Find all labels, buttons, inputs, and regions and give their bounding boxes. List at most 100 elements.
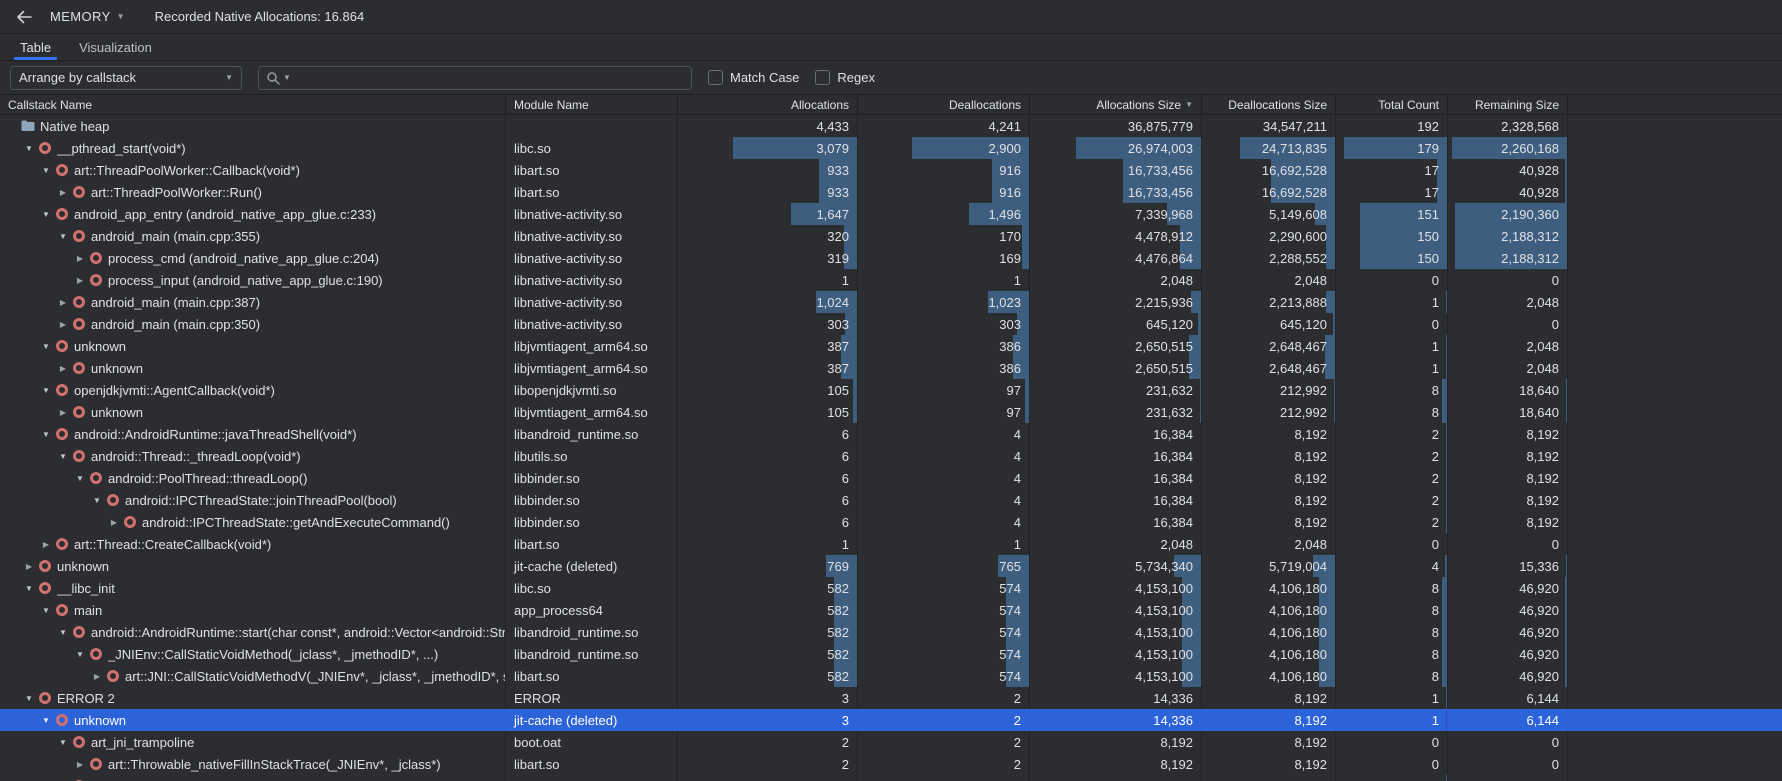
chevron-collapsed-icon[interactable]: ▶ [55,408,71,417]
table-row[interactable]: ▼unknownlibjvmtiagent_arm64.so3873862,65… [0,335,1782,357]
table-row[interactable]: ▼android::Thread::_threadLoop(void*)libu… [0,445,1782,467]
cell-value: 574 [999,669,1021,684]
back-button[interactable] [12,5,36,29]
chevron-expanded-icon[interactable]: ▼ [38,342,54,351]
regex-checkbox[interactable]: Regex [815,70,875,85]
cell-value: 46,920 [1519,625,1559,640]
value-bar [1022,225,1029,247]
chevron-expanded-icon[interactable]: ▼ [55,628,71,637]
chevron-collapsed-icon[interactable]: ▶ [89,672,105,681]
allocations-size-cell: 4,153,100 [1030,665,1202,687]
column-header-allocations-size[interactable]: Allocations Size▼ [1030,95,1202,114]
table-row[interactable]: ▼__pthread_start(void*)libc.so3,0792,900… [0,137,1782,159]
column-header-deallocations[interactable]: Deallocations [858,95,1030,114]
allocations-cell: 933 [678,181,858,203]
table-row[interactable]: ▼__libc_initlibc.so5825744,153,1004,106,… [0,577,1782,599]
deallocations-cell: 303 [858,313,1030,335]
table-row[interactable]: ▶unknownlibjvmtiagent_arm64.so3873862,65… [0,357,1782,379]
chevron-expanded-icon[interactable]: ▼ [55,232,71,241]
table-row[interactable]: ▼mainapp_process645825744,153,1004,106,1… [0,599,1782,621]
row-filler [1568,489,1782,511]
module-name-cell: libart.so [506,181,678,203]
table-row[interactable]: ▼android_app_entry (android_native_app_g… [0,203,1782,225]
table-row[interactable]: ▼art::ThreadPoolWorker::Callback(void*)l… [0,159,1782,181]
chevron-expanded-icon[interactable]: ▼ [38,386,54,395]
table-row[interactable]: ▶art::JNI::CallStaticVoidMethodV(_JNIEnv… [0,665,1782,687]
table-row[interactable]: ▶art::ThreadPoolWorker::Run()libart.so93… [0,181,1782,203]
arrange-dropdown[interactable]: Arrange by callstack ▼ [10,66,242,90]
column-header-label: Deallocations [949,98,1021,112]
table-row[interactable]: ▼art_jni_trampolineboot.oat228,1928,1920… [0,731,1782,753]
cell-value: 2 [842,757,849,772]
tab-table[interactable]: Table [6,34,65,60]
table-row[interactable]: ▼android_main (main.cpp:355)libnative-ac… [0,225,1782,247]
chevron-expanded-icon[interactable]: ▼ [38,430,54,439]
allocations-size-cell: 4,153,100 [1030,577,1202,599]
chevron-expanded-icon[interactable]: ▼ [21,144,37,153]
cell-value: 0 [1432,273,1439,288]
callstack-cell: ▶unknown [0,555,506,577]
remaining-size-cell: 8,192 [1448,445,1568,467]
cell-value: 574 [999,581,1021,596]
column-header-remaining-size[interactable]: Remaining Size [1448,95,1568,114]
chevron-expanded-icon[interactable]: ▼ [89,496,105,505]
chevron-collapsed-icon[interactable]: ▶ [55,320,71,329]
table-row[interactable]: ▶unknownjit-cache (deleted)7697655,734,3… [0,555,1782,577]
column-header-total-count[interactable]: Total Count [1336,95,1448,114]
column-header-deallocations-size[interactable]: Deallocations Size [1202,95,1336,114]
chevron-expanded-icon[interactable]: ▼ [21,584,37,593]
chevron-collapsed-icon[interactable]: ▶ [21,562,37,571]
chevron-expanded-icon[interactable]: ▼ [72,474,88,483]
table-row[interactable]: ▶unknownlibjvmtiagent_arm64.so10597231,6… [0,401,1782,423]
table-row[interactable]: ▶unknown106,144016,144 [0,775,1782,781]
chevron-collapsed-icon[interactable]: ▶ [72,254,88,263]
chevron-expanded-icon[interactable]: ▼ [38,166,54,175]
table-row[interactable]: ▶android::IPCThreadState::getAndExecuteC… [0,511,1782,533]
table-row[interactable]: ▼openjdkjvmti::AgentCallback(void*)libop… [0,379,1782,401]
allocations-cell: 4,433 [678,115,858,137]
table-row[interactable]: ▼android::AndroidRuntime::start(char con… [0,621,1782,643]
chevron-collapsed-icon[interactable]: ▶ [106,518,122,527]
cell-value: 4,153,100 [1135,669,1193,684]
allocations-cell: 6 [678,423,858,445]
chevron-collapsed-icon[interactable]: ▶ [72,276,88,285]
chevron-collapsed-icon[interactable]: ▶ [55,188,71,197]
table-row[interactable]: ▼unknownjit-cache (deleted)3214,3368,192… [0,709,1782,731]
column-header-allocations[interactable]: Allocations [678,95,858,114]
search-field[interactable]: ▼ [258,66,692,90]
chevron-collapsed-icon[interactable]: ▶ [72,760,88,769]
table-row[interactable]: ▼android::IPCThreadState::joinThreadPool… [0,489,1782,511]
chevron-collapsed-icon[interactable]: ▶ [55,298,71,307]
chevron-expanded-icon[interactable]: ▼ [38,606,54,615]
chevron-expanded-icon[interactable]: ▼ [72,650,88,659]
value-bar [1446,489,1447,511]
table-row[interactable]: ▼android::AndroidRuntime::javaThreadShel… [0,423,1782,445]
chevron-expanded-icon[interactable]: ▼ [55,452,71,461]
chevron-expanded-icon[interactable]: ▼ [55,738,71,747]
value-bar [1200,401,1201,423]
chevron-expanded-icon[interactable]: ▼ [38,716,54,725]
table-row[interactable]: ▶android_main (main.cpp:350)libnative-ac… [0,313,1782,335]
search-input[interactable] [294,68,684,88]
deallocations-size-cell: 212,992 [1202,379,1336,401]
chevron-expanded-icon[interactable]: ▼ [21,694,37,703]
chevron-expanded-icon[interactable]: ▼ [38,210,54,219]
table-row[interactable]: ▶android_main (main.cpp:387)libnative-ac… [0,291,1782,313]
table-row[interactable]: Native heap4,4334,24136,875,77934,547,21… [0,115,1782,137]
tab-visualization[interactable]: Visualization [65,34,166,60]
chevron-collapsed-icon[interactable]: ▶ [55,364,71,373]
match-case-checkbox[interactable]: Match Case [708,70,799,85]
chevron-collapsed-icon[interactable]: ▶ [38,540,54,549]
table-row[interactable]: ▼ERROR 2ERROR3214,3368,19216,144 [0,687,1782,709]
cell-value: 386 [999,339,1021,354]
column-header-callstack-name[interactable]: Callstack Name [0,95,506,114]
session-selector[interactable]: MEMORY ▼ [46,7,129,26]
table-row[interactable]: ▼android::PoolThread::threadLoop()libbin… [0,467,1782,489]
cell-value: 46,920 [1519,603,1559,618]
column-header-module-name[interactable]: Module Name [506,95,678,114]
table-row[interactable]: ▶process_cmd (android_native_app_glue.c:… [0,247,1782,269]
table-row[interactable]: ▶art::Throwable_nativeFillInStackTrace(_… [0,753,1782,775]
table-row[interactable]: ▼_JNIEnv::CallStaticVoidMethod(_jclass*,… [0,643,1782,665]
table-row[interactable]: ▶art::Thread::CreateCallback(void*)libar… [0,533,1782,555]
table-row[interactable]: ▶process_input (android_native_app_glue.… [0,269,1782,291]
